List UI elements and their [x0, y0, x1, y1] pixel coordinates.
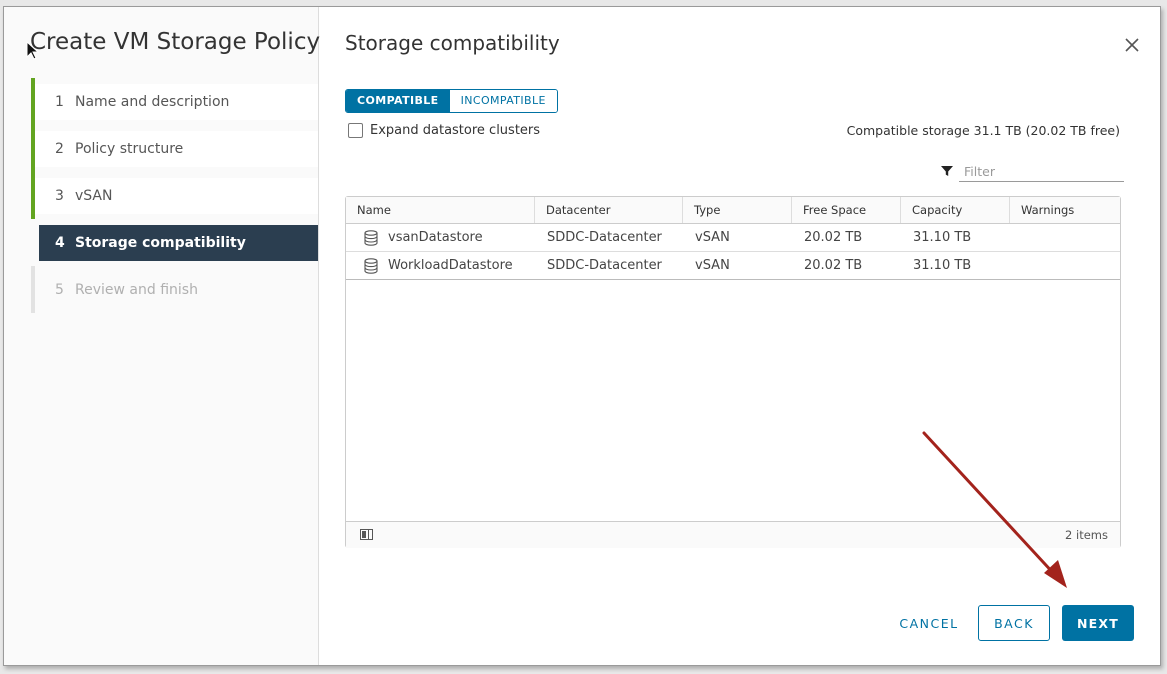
cell-datacenter: SDDC-Datacenter [547, 258, 662, 273]
next-button[interactable]: NEXT [1062, 605, 1134, 641]
cell-free-space: 20.02 TB [804, 230, 863, 245]
step-number: 5 [55, 282, 64, 298]
cancel-button[interactable]: CANCEL [890, 605, 968, 641]
expand-datastore-clusters-checkbox[interactable]: Expand datastore clusters [348, 123, 540, 138]
wizard-steps: 1 Name and description 2 Policy structur… [31, 78, 318, 319]
column-header-warnings[interactable]: Warnings [1009, 197, 1120, 223]
items-count: 2 items [1065, 528, 1108, 542]
wizard-sidebar: Create VM Storage Policy 1 Name and desc… [4, 7, 321, 665]
filter-input[interactable] [959, 161, 1124, 182]
step-label: Name and description [75, 94, 230, 110]
mouse-pointer-icon [26, 41, 40, 60]
wizard-step-storage-compatibility[interactable]: 4 Storage compatibility [39, 225, 318, 261]
cell-type: vSAN [695, 258, 730, 273]
step-number: 2 [55, 141, 64, 157]
cell-name: WorkloadDatastore [388, 258, 513, 273]
page-title: Storage compatibility [345, 31, 560, 55]
checkbox-label: Expand datastore clusters [370, 123, 541, 138]
compatibility-toggle: COMPATIBLE INCOMPATIBLE [345, 89, 558, 113]
back-button[interactable]: BACK [978, 605, 1050, 641]
grid-header: Name Datacenter Type Free Space Capacity… [346, 197, 1120, 224]
close-icon[interactable] [1122, 35, 1142, 55]
step-progress-bar [31, 125, 35, 172]
step-label: Review and finish [75, 282, 198, 298]
wizard-step-name-and-description[interactable]: 1 Name and description [31, 78, 318, 125]
tab-incompatible[interactable]: INCOMPATIBLE [449, 90, 557, 112]
datastore-icon [364, 258, 378, 274]
grid-footer: 2 items [346, 521, 1120, 548]
column-header-name[interactable]: Name [346, 197, 534, 223]
datastore-grid: Name Datacenter Type Free Space Capacity… [345, 196, 1121, 548]
step-progress-bar [31, 172, 35, 219]
cell-type: vSAN [695, 230, 730, 245]
column-toggle-icon[interactable] [360, 529, 373, 540]
column-header-free-space[interactable]: Free Space [791, 197, 900, 223]
dialog: Create VM Storage Policy 1 Name and desc… [3, 6, 1161, 666]
step-progress-bar [31, 78, 35, 125]
wizard-step-policy-structure[interactable]: 2 Policy structure [31, 125, 318, 172]
compatible-storage-summary: Compatible storage 31.1 TB (20.02 TB fre… [846, 123, 1120, 138]
step-progress-bar [31, 266, 35, 313]
column-header-datacenter[interactable]: Datacenter [534, 197, 682, 223]
step-label: Policy structure [75, 141, 184, 157]
wizard-step-vsan[interactable]: 3 vSAN [31, 172, 318, 219]
step-label: vSAN [75, 188, 113, 204]
step-label: Storage compatibility [75, 235, 246, 251]
cell-capacity: 31.10 TB [913, 230, 972, 245]
cell-datacenter: SDDC-Datacenter [547, 230, 662, 245]
wizard-step-review-and-finish: 5 Review and finish [31, 266, 318, 313]
tab-compatible[interactable]: COMPATIBLE [346, 90, 450, 112]
table-row[interactable]: vsanDatastore SDDC-Datacenter vSAN 20.02… [346, 224, 1120, 252]
cell-capacity: 31.10 TB [913, 258, 972, 273]
table-row[interactable]: WorkloadDatastore SDDC-Datacenter vSAN 2… [346, 252, 1120, 279]
datastore-icon [364, 230, 378, 246]
cell-free-space: 20.02 TB [804, 258, 863, 273]
step-number: 3 [55, 188, 64, 204]
wizard-title: Create VM Storage Policy [30, 29, 321, 55]
filter-icon [941, 166, 953, 176]
step-number: 1 [55, 94, 64, 110]
column-header-type[interactable]: Type [682, 197, 791, 223]
cell-name: vsanDatastore [388, 230, 483, 245]
column-header-capacity[interactable]: Capacity [900, 197, 1009, 223]
grid-rows-divider [346, 279, 1120, 280]
checkbox-box[interactable] [348, 123, 363, 138]
step-number: 4 [55, 235, 65, 251]
